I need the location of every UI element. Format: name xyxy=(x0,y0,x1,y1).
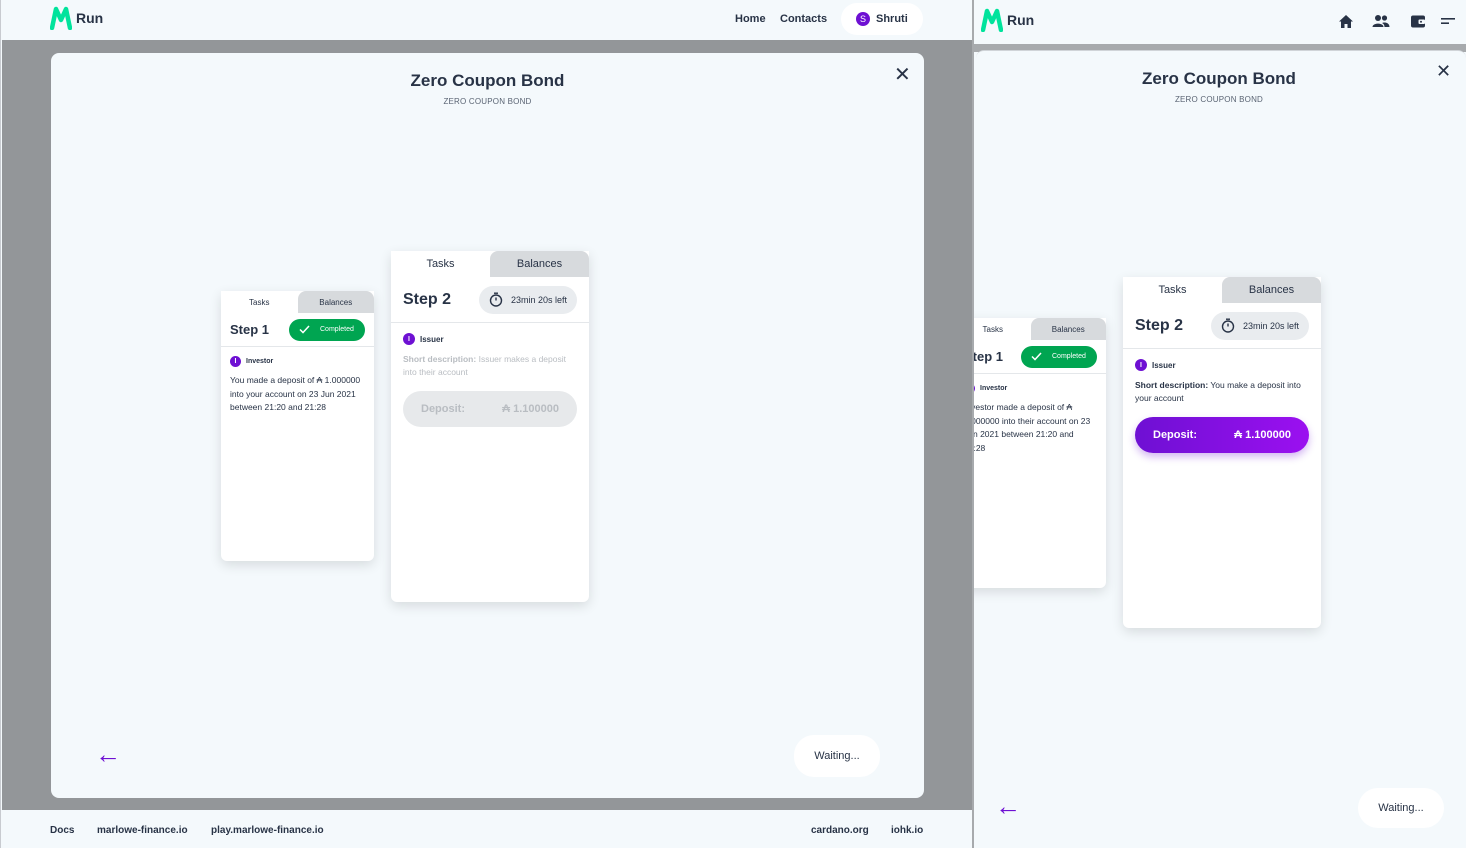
timer-badge: 23min 20s left xyxy=(478,285,577,314)
timer-text: 23min 20s left xyxy=(510,294,567,305)
tab-balances[interactable]: Balances xyxy=(1030,318,1106,340)
role-avatar: I xyxy=(974,383,975,394)
desc-label: Short description: xyxy=(1135,380,1209,390)
step-title: Step 1 xyxy=(230,322,270,337)
step-description: You made a deposit of ₳ 1.000000 into yo… xyxy=(230,375,361,412)
nav-home-link[interactable]: Home xyxy=(735,13,766,25)
deposit-label: Deposit: xyxy=(421,403,465,415)
wallet-icon[interactable] xyxy=(1409,12,1427,30)
app-name: Run xyxy=(1007,12,1035,28)
contract-modal: Zero Coupon Bond ZERO COUPON BOND ✕ Task… xyxy=(974,50,1466,848)
step2-card: Tasks Balances Step 2 23min 20s left I I… xyxy=(391,251,589,602)
short-description: Short description: Issuer makes a deposi… xyxy=(403,353,577,379)
desc-label: Short description: xyxy=(403,354,477,364)
role-label: I Issuer xyxy=(403,333,577,345)
modal-title: Zero Coupon Bond xyxy=(410,71,565,90)
marlowe-logo-icon xyxy=(981,8,1003,32)
step1-card: Tasks Balances Step 1 Completed I Invest… xyxy=(974,318,1106,588)
checkmark-icon xyxy=(1031,352,1042,361)
timer-badge: 23min 20s left xyxy=(1210,311,1309,340)
role-name: Investor xyxy=(980,385,1008,392)
deposit-button[interactable]: Deposit: ₳ 1.100000 xyxy=(403,391,577,427)
tab-balances[interactable]: Balances xyxy=(1222,277,1321,303)
user-name: Shruti xyxy=(876,13,908,25)
footer-iohk-link[interactable]: iohk.io xyxy=(891,825,923,836)
marlowe-logo-icon xyxy=(50,6,72,30)
user-menu-button[interactable]: S Shruti xyxy=(841,3,923,35)
checkmark-icon xyxy=(299,325,310,334)
role-name: Investor xyxy=(246,358,274,365)
back-arrow-icon[interactable]: ← xyxy=(995,793,1021,819)
stopwatch-icon xyxy=(489,292,503,307)
footer-cardano-link[interactable]: cardano.org xyxy=(811,825,869,836)
deposit-label: Deposit: xyxy=(1153,429,1197,441)
role-avatar: I xyxy=(230,356,241,367)
status-badge: Completed xyxy=(1021,345,1097,368)
top-navbar: Run xyxy=(974,0,1466,44)
timer-text: 23min 20s left xyxy=(1242,320,1299,331)
nav-contacts-link[interactable]: Contacts xyxy=(780,13,827,25)
role-name: Issuer xyxy=(420,334,444,344)
tab-balances[interactable]: Balances xyxy=(490,251,589,277)
waiting-status: Waiting... xyxy=(1358,788,1444,828)
role-avatar: I xyxy=(1135,359,1147,371)
footer-docs-link[interactable]: Docs xyxy=(50,825,74,836)
app-logo[interactable]: Run xyxy=(981,8,1034,32)
right-browser-pane: Run Zero Coupon Bond ZERO COUPON BOND ✕ … xyxy=(974,0,1466,848)
status-label: Completed xyxy=(320,326,354,333)
modal-subtitle: ZERO COUPON BOND xyxy=(443,97,532,106)
status-label: Completed xyxy=(1052,353,1086,360)
close-icon[interactable]: ✕ xyxy=(894,65,911,85)
footer-marlowe-link[interactable]: marlowe-finance.io xyxy=(97,825,188,836)
deposit-amount: ₳ 1.100000 xyxy=(1234,429,1291,441)
menu-icon[interactable] xyxy=(1439,12,1457,30)
app-name: Run xyxy=(76,10,104,26)
role-label: I Issuer xyxy=(1135,359,1309,371)
back-arrow-icon[interactable]: ← xyxy=(95,741,121,767)
modal-subtitle: ZERO COUPON BOND xyxy=(1174,95,1264,104)
step-description: Investor made a deposit of ₳ 1.000000 in… xyxy=(974,402,1091,453)
close-icon[interactable]: ✕ xyxy=(1436,62,1451,80)
contacts-icon[interactable] xyxy=(1372,12,1390,30)
role-label: I Investor xyxy=(230,356,365,367)
role-name: Issuer xyxy=(1152,360,1176,370)
step-title: Step 1 xyxy=(974,349,1004,364)
role-avatar: I xyxy=(403,333,415,345)
tab-tasks[interactable]: Tasks xyxy=(221,291,298,313)
step-title: Step 2 xyxy=(1135,316,1184,334)
footer-play-link[interactable]: play.marlowe-finance.io xyxy=(211,825,324,836)
top-navbar: Run Home Contacts S Shruti xyxy=(1,0,972,40)
avatar: S xyxy=(856,12,870,26)
app-logo[interactable]: Run xyxy=(50,6,103,30)
step2-card: Tasks Balances Step 2 23min 20s left I I… xyxy=(1123,277,1321,628)
status-badge: Completed xyxy=(289,318,365,341)
waiting-status: Waiting... xyxy=(794,735,880,777)
stopwatch-icon xyxy=(1221,318,1235,333)
home-icon[interactable] xyxy=(1337,12,1355,30)
footer: Docs marlowe-finance.io play.marlowe-fin… xyxy=(1,810,972,848)
deposit-amount: ₳ 1.100000 xyxy=(502,403,559,415)
tab-tasks[interactable]: Tasks xyxy=(974,318,1031,340)
contract-modal: Zero Coupon Bond ZERO COUPON BOND ✕ Task… xyxy=(51,53,924,798)
tab-tasks[interactable]: Tasks xyxy=(1123,277,1222,303)
tab-tasks[interactable]: Tasks xyxy=(391,251,490,277)
modal-title: Zero Coupon Bond xyxy=(1142,69,1296,88)
step-title: Step 2 xyxy=(403,290,452,308)
short-description: Short description: You make a deposit in… xyxy=(1135,379,1309,405)
role-label: I Investor xyxy=(974,383,1097,394)
left-browser-pane: Run Home Contacts S Shruti Zero Coupon B… xyxy=(0,0,972,848)
deposit-button[interactable]: Deposit: ₳ 1.100000 xyxy=(1135,417,1309,453)
step1-card: Tasks Balances Step 1 Completed I Invest… xyxy=(221,291,374,561)
tab-balances[interactable]: Balances xyxy=(297,291,374,313)
